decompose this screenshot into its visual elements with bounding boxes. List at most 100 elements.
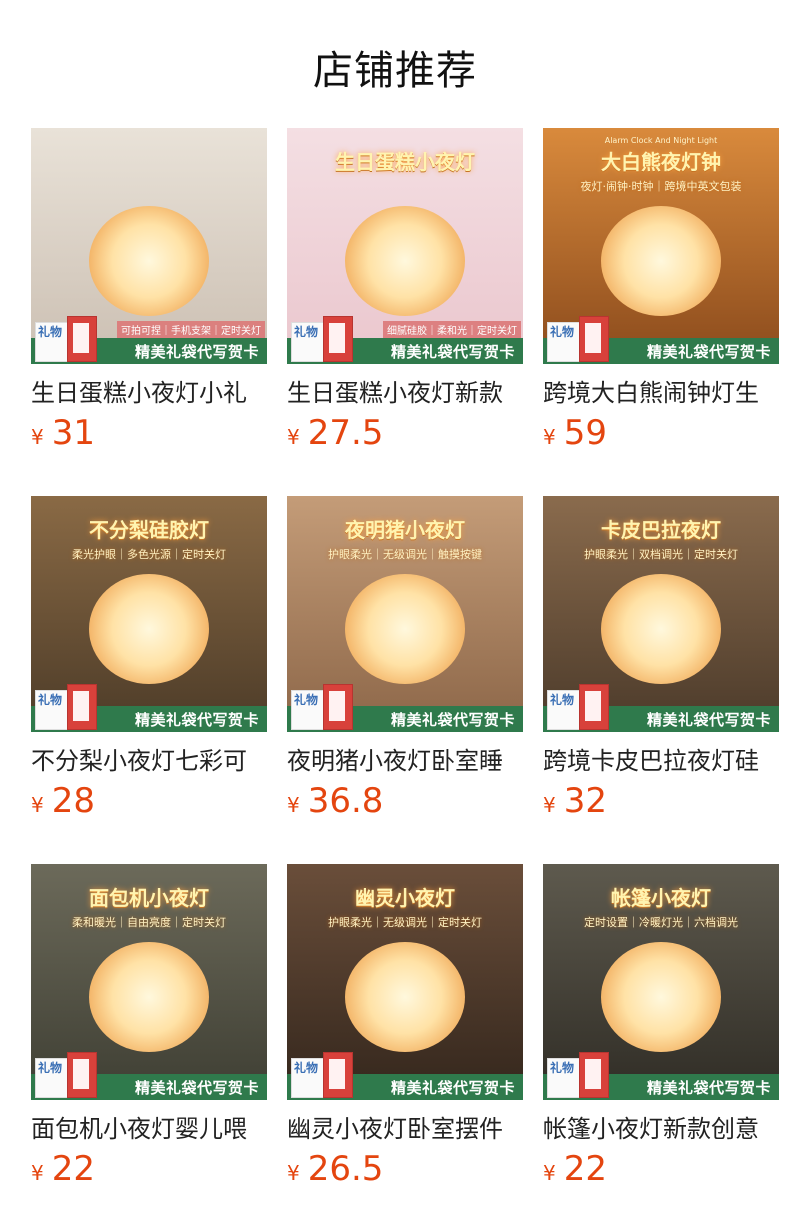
gift-banner-text: 精美礼袋代写贺卡 xyxy=(390,1078,515,1097)
product-price: ¥36.8 xyxy=(287,782,523,826)
image-headline: 帐篷小夜灯 xyxy=(611,886,711,910)
currency-symbol: ¥ xyxy=(31,1161,44,1185)
product-image[interactable]: Alarm Clock And Night Light 大白熊夜灯钟 夜灯·闹钟·时… xyxy=(543,128,779,364)
feature-strip: 细腻硅胶｜柔和光｜定时关灯 xyxy=(383,321,521,338)
feature-strip: 可拍可捏｜手机支架｜定时关灯 xyxy=(117,321,265,338)
white-gift-bag: 礼物 xyxy=(547,690,581,730)
product-lamp-graphic xyxy=(601,206,721,316)
image-subline: 夜灯·闹钟·时钟｜跨境中英文包装 xyxy=(580,180,742,193)
product-name[interactable]: 跨境大白熊闹钟灯生 xyxy=(543,378,779,408)
product-grid: 可拍可捏｜手机支架｜定时关灯 精美礼袋代写贺卡 礼物 生日蛋糕小夜灯小礼 ¥31 生日蛋糕… xyxy=(31,128,779,1208)
gift-bag-icon: 礼物 xyxy=(291,684,353,730)
gift-banner-text: 精美礼袋代写贺卡 xyxy=(390,342,515,361)
white-gift-bag: 礼物 xyxy=(291,322,325,362)
product-price: ¥31 xyxy=(31,414,267,458)
product-image[interactable]: 帐篷小夜灯定时设置｜冷暖灯光｜六档调光精美礼袋代写贺卡 礼物 xyxy=(543,864,779,1100)
product-price: ¥26.5 xyxy=(287,1150,523,1194)
product-lamp-graphic xyxy=(345,574,465,684)
image-headline: 生日蛋糕小夜灯 xyxy=(335,150,475,174)
product-lamp-graphic xyxy=(89,206,209,316)
currency-symbol: ¥ xyxy=(543,425,556,449)
product-card[interactable]: 面包机小夜灯 柔和暖光｜自由亮度｜定时关灯 精美礼袋代写贺卡 礼物 面包机小夜灯婴儿喂 ¥… xyxy=(31,864,267,1194)
image-subline: 定时设置｜冷暖灯光｜六档调光 xyxy=(584,916,738,929)
price-value: 28 xyxy=(51,781,95,821)
red-gift-box xyxy=(67,1052,97,1098)
gift-bag-icon: 礼物 xyxy=(547,684,609,730)
price-value: 27.5 xyxy=(307,413,384,453)
product-image[interactable]: 可拍可捏｜手机支架｜定时关灯 精美礼袋代写贺卡 礼物 xyxy=(31,128,267,364)
product-card[interactable]: 不分梨硅胶灯柔光护眼｜多色光源｜定时关灯精美礼袋代写贺卡 礼物不分梨小夜灯七彩可 ¥… xyxy=(31,496,267,826)
image-headline: 夜明猪小夜灯 xyxy=(345,518,465,542)
product-card[interactable]: 可拍可捏｜手机支架｜定时关灯 精美礼袋代写贺卡 礼物生日蛋糕小夜灯小礼 ¥31 xyxy=(31,128,267,458)
image-subline: 柔和暖光｜自由亮度｜定时关灯 xyxy=(72,916,226,929)
product-card[interactable]: 卡皮巴拉夜灯 护眼柔光｜双档调光｜定时关灯 精美礼袋代写贺卡 礼物 跨境卡皮巴拉夜灯硅 ¥… xyxy=(543,496,779,826)
gift-bag-icon: 礼物 xyxy=(35,1052,97,1098)
image-subline: 柔光护眼｜多色光源｜定时关灯 xyxy=(72,548,226,561)
currency-symbol: ¥ xyxy=(287,425,300,449)
gift-banner-text: 精美礼袋代写贺卡 xyxy=(134,710,259,729)
product-name[interactable]: 幽灵小夜灯卧室摆件 xyxy=(287,1114,523,1144)
product-name[interactable]: 不分梨小夜灯七彩可 xyxy=(31,746,267,776)
product-image[interactable]: 面包机小夜灯 柔和暖光｜自由亮度｜定时关灯 精美礼袋代写贺卡 礼物 xyxy=(31,864,267,1100)
image-subline: 护眼柔光｜双档调光｜定时关灯 xyxy=(584,548,738,561)
image-headline: 幽灵小夜灯 xyxy=(355,886,455,910)
product-image[interactable]: 生日蛋糕小夜灯细腻硅胶｜柔和光｜定时关灯 精美礼袋代写贺卡 礼物 xyxy=(287,128,523,364)
image-subline: 护眼柔光｜无级调光｜触摸按键 xyxy=(328,548,482,561)
product-name[interactable]: 帐篷小夜灯新款创意 xyxy=(543,1114,779,1144)
product-card[interactable]: 夜明猪小夜灯 护眼柔光｜无级调光｜触摸按键 精美礼袋代写贺卡 礼物 夜明猪小夜灯卧室睡 ¥… xyxy=(287,496,523,826)
gift-bag-icon: 礼物 xyxy=(547,316,609,362)
price-value: 31 xyxy=(51,413,95,453)
image-headline: 不分梨硅胶灯 xyxy=(89,518,209,542)
price-value: 59 xyxy=(563,413,607,453)
gift-banner-text: 精美礼袋代写贺卡 xyxy=(134,1078,259,1097)
product-card[interactable]: 生日蛋糕小夜灯细腻硅胶｜柔和光｜定时关灯 精美礼袋代写贺卡 礼物生日蛋糕小夜灯新款 ¥… xyxy=(287,128,523,458)
product-name[interactable]: 生日蛋糕小夜灯新款 xyxy=(287,378,523,408)
price-value: 22 xyxy=(51,1149,95,1189)
product-lamp-graphic xyxy=(601,574,721,684)
white-gift-bag: 礼物 xyxy=(547,322,581,362)
price-value: 26.5 xyxy=(307,1149,384,1189)
gift-bag-icon: 礼物 xyxy=(547,1052,609,1098)
product-price: ¥22 xyxy=(31,1150,267,1194)
product-image[interactable]: 夜明猪小夜灯 护眼柔光｜无级调光｜触摸按键 精美礼袋代写贺卡 礼物 xyxy=(287,496,523,732)
product-price: ¥28 xyxy=(31,782,267,826)
red-gift-box xyxy=(67,684,97,730)
gift-bag-icon: 礼物 xyxy=(35,684,97,730)
currency-symbol: ¥ xyxy=(287,1161,300,1185)
gift-banner-text: 精美礼袋代写贺卡 xyxy=(646,342,771,361)
price-value: 36.8 xyxy=(307,781,384,821)
product-price: ¥22 xyxy=(543,1150,779,1194)
gift-banner-text: 精美礼袋代写贺卡 xyxy=(646,710,771,729)
white-gift-bag: 礼物 xyxy=(35,690,69,730)
page-title: 店铺推荐 xyxy=(313,48,477,94)
product-image[interactable]: 幽灵小夜灯 护眼柔光｜无级调光｜定时关灯 精美礼袋代写贺卡 礼物 xyxy=(287,864,523,1100)
product-lamp-graphic xyxy=(89,574,209,684)
currency-symbol: ¥ xyxy=(287,793,300,817)
white-gift-bag: 礼物 xyxy=(547,1058,581,1098)
price-value: 22 xyxy=(563,1149,607,1189)
currency-symbol: ¥ xyxy=(31,425,44,449)
product-card[interactable]: 帐篷小夜灯定时设置｜冷暖灯光｜六档调光精美礼袋代写贺卡 礼物帐篷小夜灯新款创意 ¥2… xyxy=(543,864,779,1194)
product-name[interactable]: 跨境卡皮巴拉夜灯硅 xyxy=(543,746,779,776)
white-gift-bag: 礼物 xyxy=(35,322,69,362)
white-gift-bag: 礼物 xyxy=(291,1058,325,1098)
product-name[interactable]: 面包机小夜灯婴儿喂 xyxy=(31,1114,267,1144)
product-lamp-graphic xyxy=(601,942,721,1052)
product-name[interactable]: 生日蛋糕小夜灯小礼 xyxy=(31,378,267,408)
product-image[interactable]: 不分梨硅胶灯柔光护眼｜多色光源｜定时关灯精美礼袋代写贺卡 礼物 xyxy=(31,496,267,732)
product-name[interactable]: 夜明猪小夜灯卧室睡 xyxy=(287,746,523,776)
product-image[interactable]: 卡皮巴拉夜灯 护眼柔光｜双档调光｜定时关灯 精美礼袋代写贺卡 礼物 xyxy=(543,496,779,732)
product-card[interactable]: 幽灵小夜灯 护眼柔光｜无级调光｜定时关灯 精美礼袋代写贺卡 礼物 幽灵小夜灯卧室摆件 ¥2… xyxy=(287,864,523,1194)
product-lamp-graphic xyxy=(89,942,209,1052)
red-gift-box xyxy=(323,1052,353,1098)
product-price: ¥27.5 xyxy=(287,414,523,458)
currency-symbol: ¥ xyxy=(31,793,44,817)
image-english-caption: Alarm Clock And Night Light xyxy=(604,136,718,145)
currency-symbol: ¥ xyxy=(543,1161,556,1185)
gift-bag-icon: 礼物 xyxy=(35,316,97,362)
red-gift-box xyxy=(579,316,609,362)
currency-symbol: ¥ xyxy=(543,793,556,817)
gift-banner-text: 精美礼袋代写贺卡 xyxy=(646,1078,771,1097)
red-gift-box xyxy=(579,684,609,730)
product-card[interactable]: Alarm Clock And Night Light 大白熊夜灯钟 夜灯·闹钟·时… xyxy=(543,128,779,458)
